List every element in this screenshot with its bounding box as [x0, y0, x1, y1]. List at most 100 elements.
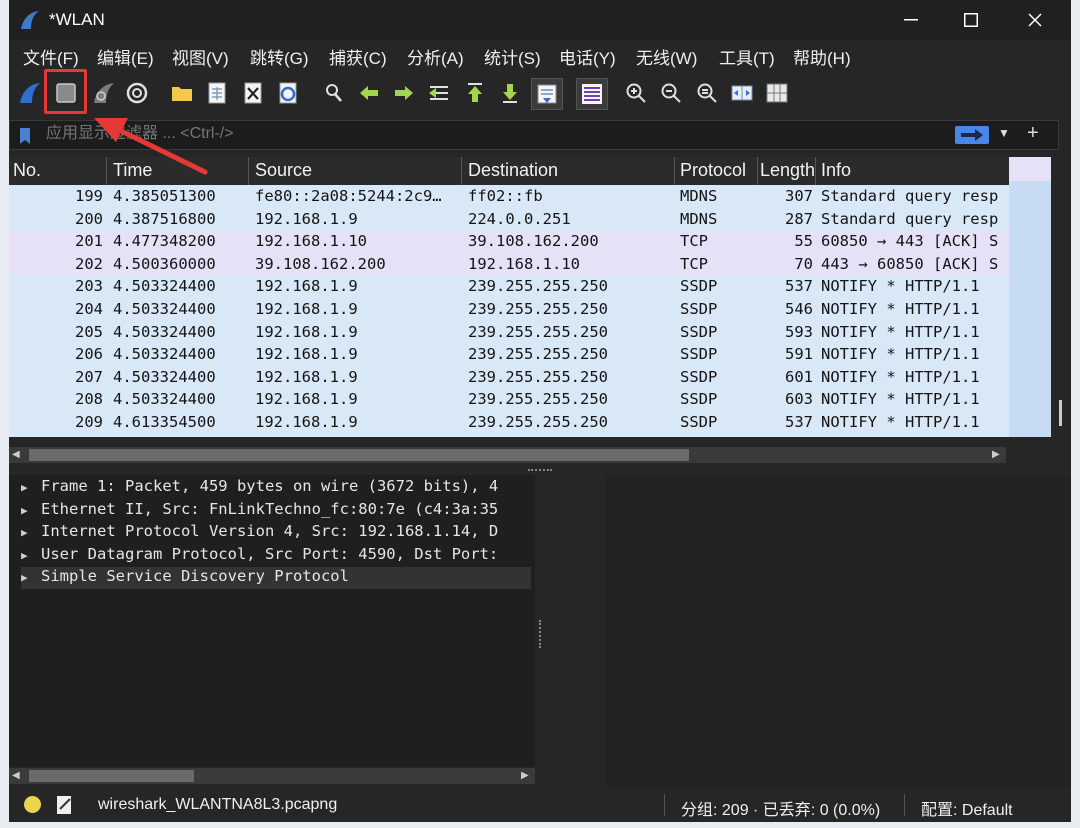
packet-minimap[interactable]	[1009, 157, 1051, 437]
packet-row[interactable]: 202 4.500360000 39.108.162.200 192.168.1.10…	[9, 252, 1009, 276]
splitter-grip[interactable]	[539, 620, 544, 648]
hscroll-thumb[interactable]	[29, 449, 689, 461]
column-header-destination[interactable]: Destination	[468, 160, 672, 181]
vertical-scroll-thumb[interactable]	[1059, 400, 1062, 426]
first-packet-button[interactable]	[460, 78, 490, 108]
expand-subtrees-button[interactable]	[762, 78, 792, 108]
packet-row[interactable]: 205 4.503324400 192.168.1.9 239.255.255.250…	[9, 320, 1009, 344]
detail-row-ethernet[interactable]: ▶ Ethernet II, Src: FnLinkTechno_fc:80:7e…	[21, 500, 498, 522]
shark-fin-icon	[20, 83, 40, 103]
column-divider[interactable]	[461, 157, 462, 185]
packet-list[interactable]: No. Time Source Destination Protocol Len…	[9, 157, 1009, 437]
resize-columns-button[interactable]	[727, 78, 757, 108]
packet-cell-proto: SSDP	[680, 390, 718, 409]
menu-go[interactable]: 跳转(G)	[250, 44, 309, 69]
column-divider[interactable]	[248, 157, 249, 185]
column-header-protocol[interactable]: Protocol	[680, 160, 758, 181]
apply-filter-button[interactable]	[955, 126, 989, 144]
close-button[interactable]	[1005, 0, 1065, 40]
find-packet-button[interactable]	[319, 78, 349, 108]
go-forward-button[interactable]	[389, 78, 419, 108]
menu-file[interactable]: 文件(F)	[23, 44, 79, 69]
packet-row[interactable]: 200 4.387516800 192.168.1.9 224.0.0.251 MDNS…	[9, 207, 1009, 231]
auto-scroll-button[interactable]	[531, 78, 563, 110]
maximize-button[interactable]	[941, 0, 1001, 40]
reload-icon	[279, 82, 297, 104]
menu-wireless[interactable]: 无线(W)	[636, 44, 697, 69]
go-back-button[interactable]	[354, 78, 384, 108]
packet-cell-time: 4.503324400	[113, 390, 216, 409]
column-divider[interactable]	[815, 157, 816, 185]
packet-cell-dst: 239.255.255.250	[468, 277, 608, 296]
window-title: *WLAN	[49, 10, 105, 29]
menu-tools[interactable]: 工具(T)	[719, 44, 775, 69]
menu-telephony[interactable]: 电话(Y)	[559, 44, 616, 69]
expand-triangle-icon[interactable]: ▶	[21, 481, 41, 494]
jump-to-packet-icon	[429, 86, 448, 100]
add-filter-button[interactable]: +	[1027, 122, 1039, 145]
detail-row-udp[interactable]: ▶ User Datagram Protocol, Src Port: 4590,…	[21, 545, 498, 567]
expand-triangle-icon[interactable]: ▶	[21, 549, 41, 562]
expand-triangle-icon[interactable]: ▶	[21, 526, 41, 539]
packet-cell-info: 443 → 60850 [ACK] S	[821, 254, 999, 273]
packet-details[interactable]: ▶ Frame 1: Packet, 459 bytes on wire (367…	[9, 475, 535, 767]
column-divider[interactable]	[674, 157, 675, 185]
zoom-out-button[interactable]	[656, 78, 686, 108]
last-packet-button[interactable]	[495, 78, 525, 108]
packet-row[interactable]: 207 4.503324400 192.168.1.9 239.255.255.250…	[9, 365, 1009, 389]
menu-edit[interactable]: 编辑(E)	[97, 44, 154, 69]
bookmark-icon[interactable]	[19, 127, 31, 145]
close-icon	[1028, 13, 1042, 27]
menu-analyze[interactable]: 分析(A)	[407, 44, 464, 69]
expand-triangle-icon[interactable]: ▶	[21, 571, 41, 584]
packet-cell-len: 591	[785, 345, 813, 364]
filter-history-dropdown[interactable]: ▼	[998, 126, 1010, 140]
packet-cell-time: 4.503324400	[113, 300, 216, 318]
scroll-left-icon[interactable]: ◀	[12, 770, 20, 781]
scroll-right-icon[interactable]: ▶	[521, 770, 529, 781]
reload-file-button[interactable]	[273, 78, 303, 108]
detail-row-frame[interactable]: ▶ Frame 1: Packet, 459 bytes on wire (367…	[21, 477, 498, 499]
column-header-source[interactable]: Source	[255, 160, 459, 181]
packet-list-hscroll[interactable]: ◀ ▶	[9, 447, 1006, 463]
splitter-handle[interactable]	[528, 469, 552, 474]
expand-triangle-icon[interactable]: ▶	[21, 504, 41, 517]
packet-row[interactable]: 201 4.477348200 192.168.1.10 39.108.162.200…	[9, 230, 1009, 253]
packet-cell-dst: 224.0.0.251	[468, 209, 571, 228]
start-capture-button[interactable]	[15, 78, 45, 108]
packet-row[interactable]: 206 4.503324400 192.168.1.9 239.255.255.250…	[9, 343, 1009, 366]
capture-comment-icon[interactable]	[56, 795, 74, 815]
packet-bytes-pane[interactable]	[605, 475, 1071, 787]
menu-bar: 文件(F) 编辑(E) 视图(V) 跳转(G) 捕获(C) 分析(A) 统计(S…	[9, 40, 1071, 72]
details-hscroll[interactable]: ◀ ▶	[9, 768, 535, 784]
scroll-left-icon[interactable]: ◀	[12, 449, 20, 460]
column-header-info[interactable]: Info	[821, 160, 1001, 181]
packet-count: 分组: 209 · 已丢弃: 0 (0.0%)	[681, 802, 881, 819]
detail-row-ip[interactable]: ▶ Internet Protocol Version 4, Src: 192.1…	[21, 522, 498, 544]
column-header-length[interactable]: Length	[760, 160, 814, 181]
menu-statistics[interactable]: 统计(S)	[484, 44, 541, 69]
packet-row[interactable]: 209 4.613354500 192.168.1.9 239.255.255.250…	[9, 411, 1009, 434]
zoom-in-button[interactable]	[621, 78, 651, 108]
normal-size-button[interactable]	[692, 78, 722, 108]
menu-capture[interactable]: 捕获(C)	[329, 44, 387, 69]
menu-view[interactable]: 视图(V)	[172, 44, 229, 69]
packet-row[interactable]: 203 4.503324400 192.168.1.9 239.255.255.250…	[9, 275, 1009, 298]
maximize-icon	[964, 13, 978, 27]
packet-row[interactable]: 199 4.385051300 fe80::2a08:5244:2c9… ff02::…	[9, 185, 1009, 208]
menu-help[interactable]: 帮助(H)	[793, 44, 851, 69]
hscroll-thumb[interactable]	[29, 770, 194, 782]
pane-splitter[interactable]	[536, 475, 605, 787]
colorize-button[interactable]	[576, 78, 608, 110]
profile-label[interactable]: 配置: Default	[921, 796, 1013, 820]
packet-row[interactable]: 208 4.503324400 192.168.1.9 239.255.255.250…	[9, 388, 1009, 411]
expert-info-icon[interactable]	[24, 796, 41, 813]
scroll-right-icon[interactable]: ▶	[992, 449, 1000, 460]
go-to-packet-button[interactable]	[424, 78, 454, 108]
close-file-button[interactable]	[238, 78, 268, 108]
detail-row-ssdp[interactable]: ▶ Simple Service Discovery Protocol	[21, 567, 531, 589]
packet-row[interactable]: 204 4.503324400 192.168.1.9 239.255.255.250…	[9, 298, 1009, 321]
minimize-button[interactable]	[881, 0, 941, 40]
packet-cell-time: 4.613354500	[113, 413, 216, 431]
column-divider[interactable]	[757, 157, 758, 185]
